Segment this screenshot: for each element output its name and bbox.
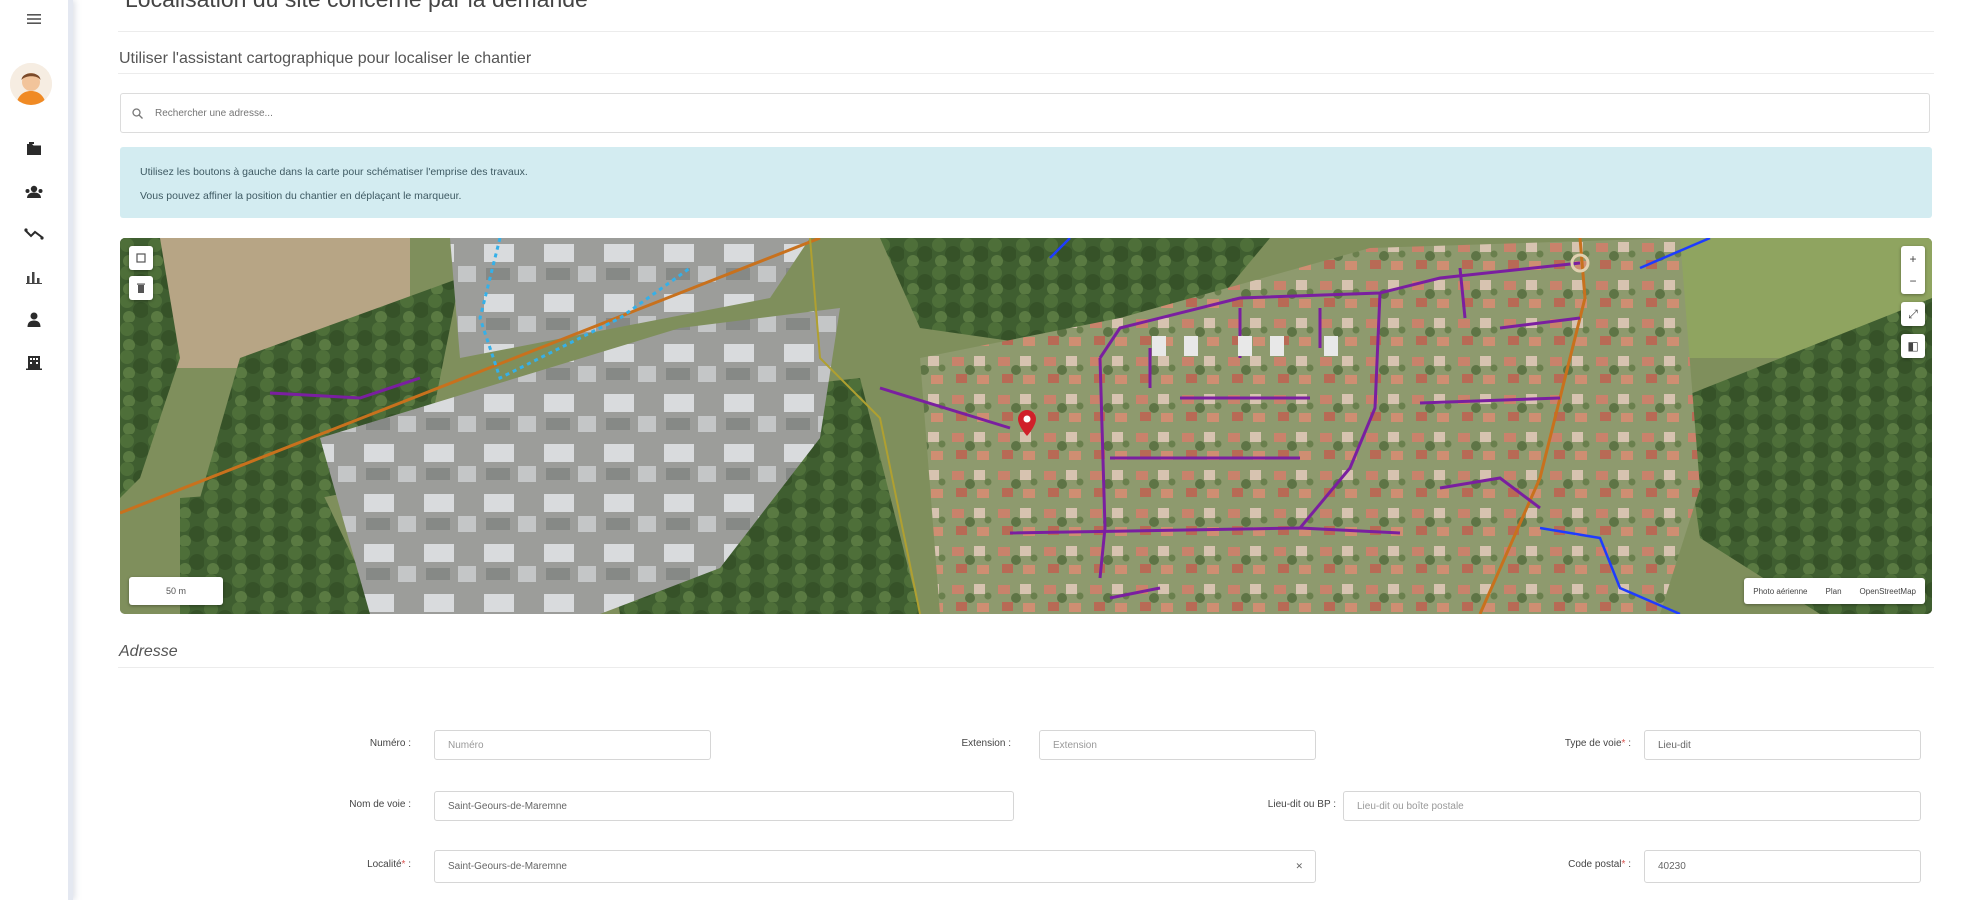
numero-label: Numéro : (369, 738, 411, 749)
lieu-dit-field[interactable]: Lieu-dit ou boîte postale (1343, 791, 1921, 821)
alert-line-2: Vous pouvez affiner la position du chant… (140, 190, 462, 202)
numero-field[interactable]: Numéro (434, 730, 711, 760)
address-divider (118, 667, 1934, 668)
info-alert: Utilisez les boutons à gauche dans la ca… (120, 147, 1932, 218)
stats-icon[interactable] (0, 266, 68, 288)
address-search-box[interactable] (120, 93, 1930, 133)
location-marker[interactable] (1018, 410, 1036, 441)
map-assistant-heading: Utiliser l'assistant cartographique pour… (119, 50, 532, 67)
main-content: Localisation du site concerné par la dem… (73, 0, 1961, 900)
zoom-out-button[interactable]: − (1909, 270, 1916, 292)
layers-icon: ◧ (1907, 339, 1919, 353)
layer-plan[interactable]: Plan (1817, 587, 1851, 596)
code-postal-field[interactable]: 40230 (1644, 850, 1921, 883)
localite-select[interactable]: Saint-Geours-de-Maremne ✕ (434, 850, 1316, 883)
address-section-title: Adresse (119, 643, 178, 660)
fullscreen-icon: ⤢ (1908, 306, 1918, 321)
localite-value: Saint-Geours-de-Maremne (448, 861, 567, 872)
avatar[interactable] (10, 63, 52, 105)
extension-field[interactable]: Extension (1039, 730, 1316, 760)
map-view[interactable]: + − ⤢ ◧ 50 m Photo aérienne Plan OpenStr… (120, 238, 1932, 614)
building-icon[interactable] (0, 351, 68, 373)
code-postal-label: Code postal* : (1568, 859, 1631, 870)
localite-label: Localité* : (367, 859, 411, 870)
nom-voie-label: Nom de voie : (349, 799, 411, 810)
extension-label: Extension : (961, 738, 1011, 749)
type-voie-field[interactable]: Lieu-dit (1644, 730, 1921, 760)
type-voie-label: Type de voie* : (1564, 738, 1631, 749)
draw-polygon-tool[interactable] (129, 246, 153, 270)
title-divider (118, 31, 1934, 32)
scale-label: 50 m (165, 586, 186, 596)
fullscreen-button[interactable]: ⤢ (1901, 302, 1925, 326)
lieu-dit-label: Lieu-dit ou BP : (1267, 799, 1336, 810)
layer-aerial[interactable]: Photo aérienne (1744, 587, 1816, 596)
base-layer-switcher: Photo aérienne Plan OpenStreetMap (1744, 578, 1925, 604)
layers-button[interactable]: ◧ (1901, 334, 1925, 358)
users-icon[interactable] (0, 181, 68, 203)
page-title: Localisation du site concerné par la dem… (125, 0, 588, 13)
clear-icon[interactable]: ✕ (1295, 861, 1303, 872)
zoom-control: + − (1901, 246, 1925, 294)
search-icon (121, 107, 153, 119)
person-icon[interactable] (0, 308, 68, 330)
zoom-in-button[interactable]: + (1909, 248, 1916, 270)
routes-icon[interactable] (0, 223, 68, 245)
folders-icon[interactable] (0, 138, 68, 160)
sidebar (0, 0, 73, 900)
nom-voie-field[interactable]: Saint-Geours-de-Maremne (434, 791, 1014, 821)
delete-shape-tool[interactable] (129, 276, 153, 300)
subheading-divider (118, 73, 1934, 74)
alert-line-1: Utilisez les boutons à gauche dans la ca… (140, 166, 528, 178)
scale-selector[interactable]: 50 m (129, 577, 223, 605)
search-input[interactable] (153, 106, 1857, 120)
layer-osm[interactable]: OpenStreetMap (1851, 587, 1925, 596)
map-pin-icon (1018, 410, 1036, 436)
menu-icon[interactable] (0, 6, 68, 32)
